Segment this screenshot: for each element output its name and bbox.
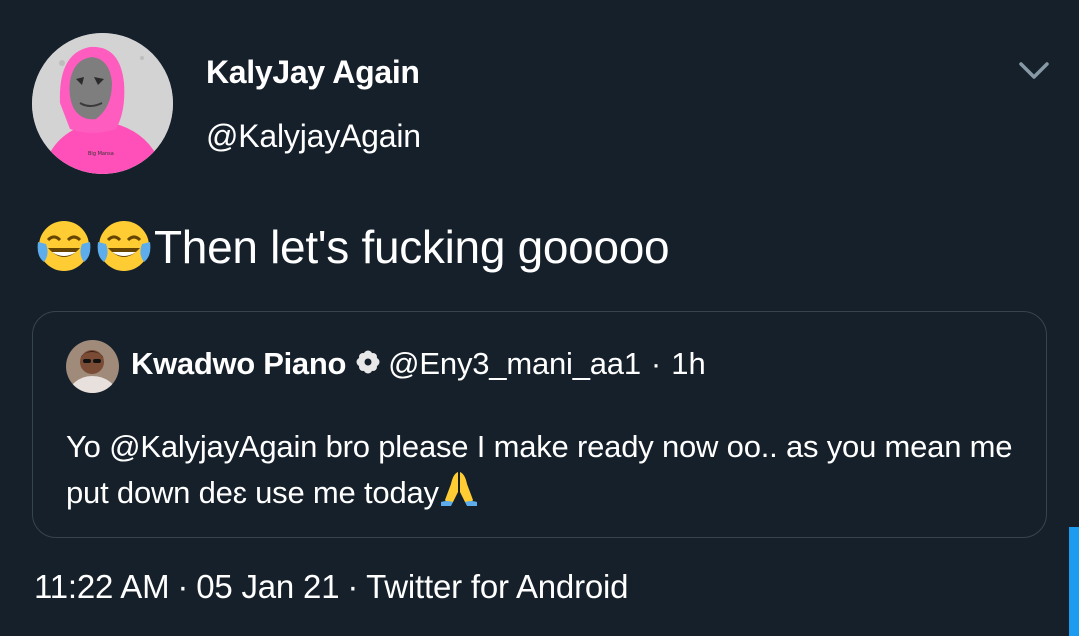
tweet-metadata: 11:22 AM · 05 Jan 21 · Twitter for Android: [34, 568, 628, 606]
quoted-tweet-text: Yo @KalyjayAgain bro please I make ready…: [66, 424, 1026, 519]
scroll-indicator: [1069, 527, 1079, 636]
quoted-tweet-body: Yo @KalyjayAgain bro please I make ready…: [66, 429, 1013, 510]
tweet-text: Then let's fucking gooooo: [34, 216, 670, 286]
author-handle[interactable]: @KalyjayAgain: [206, 118, 421, 155]
svg-text:Big Mansa: Big Mansa: [88, 151, 114, 157]
folded-hands-icon: [439, 470, 479, 519]
quoted-tweet-time[interactable]: 1h: [671, 346, 705, 382]
author-avatar-image: Big Mansa: [32, 33, 173, 174]
meta-separator: ·: [177, 568, 189, 605]
tweet-source[interactable]: Twitter for Android: [366, 568, 628, 605]
tweet-body-text: Then let's fucking gooooo: [154, 221, 670, 274]
face-with-tears-of-joy-icon: [94, 216, 154, 286]
author-avatar[interactable]: Big Mansa: [32, 33, 173, 174]
flower-badge-icon: [356, 346, 380, 382]
quoted-author-avatar-image: [66, 340, 119, 393]
tweet-date[interactable]: 05 Jan 21: [196, 568, 339, 605]
author-display-name[interactable]: KalyJay Again: [206, 54, 420, 91]
tweet-detail: Big Mansa KalyJay Again @KalyjayAgain Th…: [0, 0, 1079, 636]
quoted-tweet-header: Kwadwo Piano @Eny3_mani_aa1 · 1h: [131, 346, 706, 382]
quoted-tweet-card[interactable]: Kwadwo Piano @Eny3_mani_aa1 · 1h Yo @Kal…: [32, 311, 1047, 538]
header-separator: ·: [650, 346, 662, 381]
meta-separator: ·: [347, 568, 359, 605]
quoted-author-handle[interactable]: @Eny3_mani_aa1: [388, 346, 641, 382]
face-with-tears-of-joy-icon: [34, 216, 94, 286]
quoted-author-avatar[interactable]: [66, 340, 119, 393]
quoted-author-display-name[interactable]: Kwadwo Piano: [131, 346, 346, 382]
chevron-down-icon[interactable]: [1016, 58, 1052, 84]
tweet-timestamp[interactable]: 11:22 AM: [34, 568, 170, 605]
